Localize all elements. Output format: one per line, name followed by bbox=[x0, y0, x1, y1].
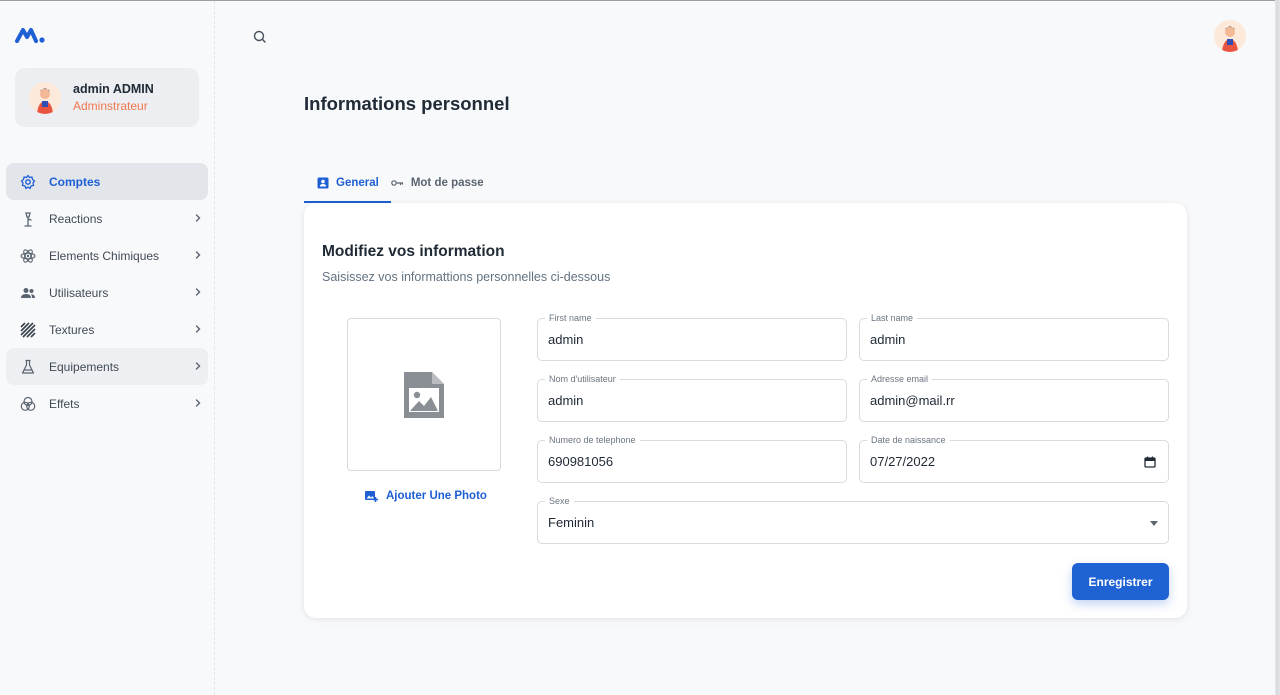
user-card[interactable]: admin ADMIN Adminstrateur bbox=[15, 68, 199, 127]
field-label: Last name bbox=[867, 312, 918, 324]
dropdown-arrow-icon[interactable] bbox=[1150, 521, 1158, 526]
circles-icon bbox=[20, 396, 36, 412]
sidebar-item-label: Comptes bbox=[49, 174, 101, 189]
sidebar-item-textures[interactable]: Textures bbox=[6, 311, 208, 348]
sex-select[interactable]: Sexe Feminin bbox=[537, 495, 1169, 544]
form-subtitle: Saisissez vos informattions personnelles… bbox=[322, 270, 611, 284]
email-input[interactable]: admin@mail.rr bbox=[870, 393, 1116, 408]
save-button[interactable]: Enregistrer bbox=[1072, 563, 1169, 600]
field-label: Date de naissance bbox=[867, 434, 950, 446]
user-name: admin ADMIN bbox=[73, 82, 154, 96]
chevron-right-icon bbox=[195, 362, 201, 370]
sidebar-item-comptes[interactable]: Comptes bbox=[6, 163, 208, 200]
sidebar-item-label: Utilisateurs bbox=[49, 285, 109, 300]
page-title: Informations personnel bbox=[304, 93, 510, 114]
phone-field[interactable]: Numero de telephone 690981056 bbox=[537, 434, 847, 483]
chevron-right-icon bbox=[195, 214, 201, 222]
chevron-right-icon bbox=[195, 325, 201, 333]
beaker-icon bbox=[20, 359, 36, 375]
tab-mot-de-passe[interactable]: Mot de passe bbox=[391, 163, 496, 203]
username-input[interactable]: admin bbox=[548, 393, 794, 408]
phone-input[interactable]: 690981056 bbox=[548, 454, 794, 469]
sidebar-item-utilisateurs[interactable]: Utilisateurs bbox=[6, 274, 208, 311]
search-icon[interactable] bbox=[251, 28, 269, 46]
stripes-icon bbox=[20, 321, 36, 338]
last-name-field[interactable]: Last name admin bbox=[859, 312, 1169, 361]
field-label: Sexe bbox=[545, 495, 574, 507]
scrollbar-track[interactable] bbox=[1275, 0, 1280, 695]
first-name-input[interactable]: admin bbox=[548, 332, 794, 347]
form-title: Modifiez vos information bbox=[322, 243, 505, 260]
photo-placeholder[interactable] bbox=[347, 318, 501, 471]
image-file-icon bbox=[404, 371, 444, 418]
add-photo-button[interactable]: Ajouter Une Photo bbox=[365, 490, 487, 502]
sidebar-item-label: Equipements bbox=[49, 359, 120, 374]
avatar[interactable] bbox=[1214, 20, 1246, 52]
flower-gear-icon bbox=[20, 174, 36, 190]
sidebar: admin ADMIN Adminstrateur Comptes Reacti… bbox=[0, 1, 215, 695]
flask-stand-icon bbox=[20, 211, 36, 227]
field-label: Nom d'utilisateur bbox=[545, 373, 620, 385]
brand-logo-icon[interactable] bbox=[15, 25, 47, 45]
chevron-right-icon bbox=[195, 288, 201, 296]
sidebar-item-effets[interactable]: Effets bbox=[6, 385, 208, 422]
calendar-icon[interactable] bbox=[1144, 456, 1156, 468]
sidebar-item-label: Elements Chimiques bbox=[49, 248, 160, 263]
users-icon bbox=[20, 285, 36, 301]
email-field[interactable]: Adresse email admin@mail.rr bbox=[859, 373, 1169, 422]
sidebar-item-elements-chimiques[interactable]: Elements Chimiques bbox=[6, 237, 208, 274]
username-field[interactable]: Nom d'utilisateur admin bbox=[537, 373, 847, 422]
sidebar-item-label: Effets bbox=[49, 396, 80, 411]
key-icon bbox=[391, 178, 404, 188]
sidebar-item-equipements[interactable]: Equipements bbox=[6, 348, 208, 385]
tab-label: Mot de passe bbox=[410, 177, 484, 189]
sex-select-value[interactable]: Feminin bbox=[548, 515, 1052, 530]
sidebar-item-reactions[interactable]: Reactions bbox=[6, 200, 208, 237]
tab-general[interactable]: General bbox=[304, 163, 391, 203]
chevron-right-icon bbox=[195, 399, 201, 407]
last-name-input[interactable]: admin bbox=[870, 332, 1116, 347]
sidebar-nav: Comptes Reactions Elements Chimiques Uti… bbox=[6, 163, 208, 422]
add-photo-icon bbox=[365, 490, 378, 502]
contact-card-icon bbox=[317, 177, 329, 189]
user-role: Adminstrateur bbox=[73, 99, 148, 113]
chevron-right-icon bbox=[195, 251, 201, 259]
tab-bar: General Mot de passe bbox=[304, 163, 496, 203]
field-label: Adresse email bbox=[867, 373, 933, 385]
field-label: First name bbox=[545, 312, 596, 324]
add-photo-label: Ajouter Une Photo bbox=[386, 490, 487, 502]
profile-form-card: Modifiez vos information Saisissez vos i… bbox=[304, 203, 1187, 618]
birthdate-field[interactable]: Date de naissance 07/27/2022 bbox=[859, 434, 1169, 483]
first-name-field[interactable]: First name admin bbox=[537, 312, 847, 361]
avatar bbox=[29, 82, 61, 114]
sidebar-item-label: Reactions bbox=[49, 211, 103, 226]
tab-label: General bbox=[336, 177, 379, 189]
atom-icon bbox=[20, 248, 36, 264]
field-label: Numero de telephone bbox=[545, 434, 640, 446]
birthdate-input[interactable]: 07/27/2022 bbox=[870, 454, 1116, 469]
sidebar-item-label: Textures bbox=[49, 322, 95, 337]
